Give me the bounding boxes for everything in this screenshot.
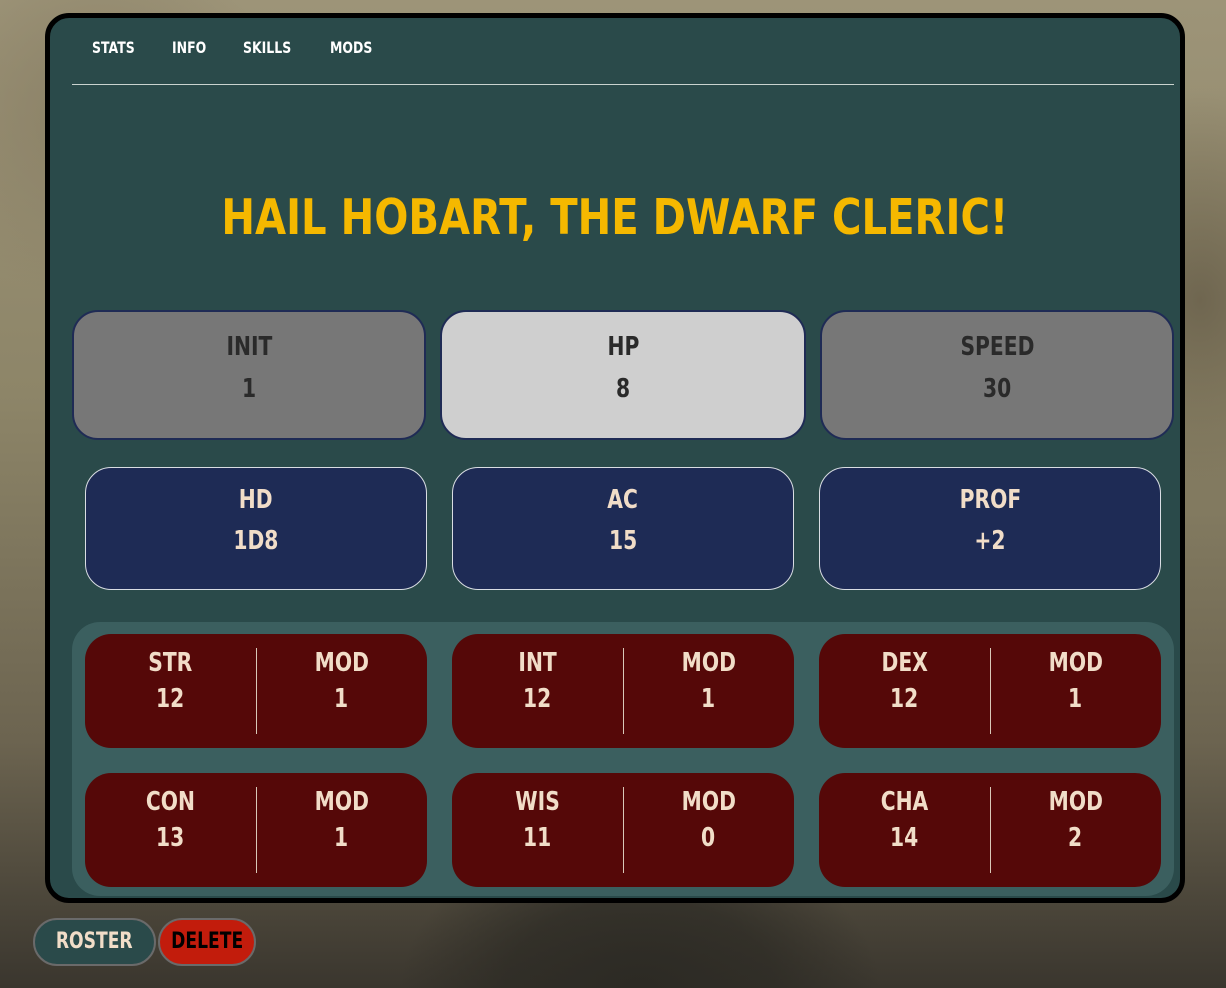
init-value: 1 — [241, 374, 257, 404]
ability-cha: CHA 14 MOD 2 — [819, 773, 1161, 887]
ability-dex-score: 12 — [890, 684, 919, 714]
roster-button[interactable]: ROSTER — [33, 918, 156, 966]
character-card: STATS INFO SKILLS MODS HAIL HOBART, THE … — [45, 13, 1185, 903]
hp-tile: HP 8 — [440, 310, 806, 440]
tab-mods-label: MODS — [330, 38, 373, 57]
hp-label: HP — [607, 332, 639, 362]
prof-tile: PROF +2 — [819, 467, 1161, 590]
ability-dex-mod-label: MOD — [1048, 648, 1103, 678]
ability-int: INT 12 MOD 1 — [452, 634, 794, 748]
speed-value: 30 — [982, 374, 1012, 404]
ability-str-mod: 1 — [334, 684, 349, 714]
ability-wis-score: 11 — [523, 823, 552, 853]
ability-cha-mod-label: MOD — [1048, 787, 1103, 817]
tab-bar: STATS INFO SKILLS MODS — [72, 18, 1174, 85]
hd-value: 1D8 — [233, 526, 279, 556]
prof-value: +2 — [974, 526, 1006, 556]
tab-info[interactable]: INFO — [172, 38, 216, 57]
character-title: HAIL HOBART, THE DWARF CLERIC! — [50, 190, 1180, 246]
ability-int-mod-label: MOD — [681, 648, 736, 678]
tab-mods[interactable]: MODS — [330, 38, 384, 57]
ability-con-score: 13 — [156, 823, 185, 853]
tab-skills-label: SKILLS — [243, 38, 292, 57]
ability-panel: STR 12 MOD 1 INT 12 MOD 1 DEX 12 MOD 1 CON 13 M… — [72, 622, 1174, 896]
ability-dex: DEX 12 MOD 1 — [819, 634, 1161, 748]
tab-stats[interactable]: STATS — [92, 38, 147, 57]
ability-wis-mod: 0 — [701, 823, 716, 853]
character-title-text: HAIL HOBART, THE DWARF CLERIC! — [221, 189, 1009, 246]
ability-dex-mod: 1 — [1068, 684, 1083, 714]
ability-wis-mod-label: MOD — [681, 787, 736, 817]
ability-con-label: CON — [145, 787, 196, 817]
ability-int-score: 12 — [523, 684, 552, 714]
ability-wis: WIS 11 MOD 0 — [452, 773, 794, 887]
ability-dex-label: DEX — [881, 648, 928, 678]
ability-int-mod: 1 — [701, 684, 716, 714]
tab-stats-label: STATS — [92, 38, 135, 57]
speed-label: SPEED — [959, 332, 1034, 362]
roster-button-label: ROSTER — [56, 929, 133, 954]
hd-label: HD — [239, 485, 273, 515]
ability-str-label: STR — [148, 648, 193, 678]
ability-wis-label: WIS — [515, 787, 560, 817]
ac-value: 15 — [608, 526, 638, 556]
ac-tile: AC 15 — [452, 467, 794, 590]
ability-cha-label: CHA — [880, 787, 929, 817]
delete-button-label: DELETE — [170, 929, 244, 954]
ability-con: CON 13 MOD 1 — [85, 773, 427, 887]
ac-label: AC — [607, 485, 639, 515]
delete-button[interactable]: DELETE — [158, 918, 256, 966]
ability-str-mod-label: MOD — [314, 648, 369, 678]
hd-tile: HD 1D8 — [85, 467, 427, 590]
tab-skills[interactable]: SKILLS — [243, 38, 305, 57]
ability-str: STR 12 MOD 1 — [85, 634, 427, 748]
ability-cha-mod: 2 — [1068, 823, 1083, 853]
ability-con-mod-label: MOD — [314, 787, 369, 817]
tab-info-label: INFO — [172, 38, 207, 57]
ability-cha-score: 14 — [890, 823, 919, 853]
ability-str-score: 12 — [156, 684, 185, 714]
ability-int-label: INT — [518, 648, 557, 678]
ability-con-mod: 1 — [334, 823, 349, 853]
init-label: INIT — [226, 332, 272, 362]
prof-label: PROF — [959, 485, 1021, 515]
hp-value: 8 — [615, 374, 631, 404]
init-tile: INIT 1 — [72, 310, 426, 440]
speed-tile: SPEED 30 — [820, 310, 1174, 440]
